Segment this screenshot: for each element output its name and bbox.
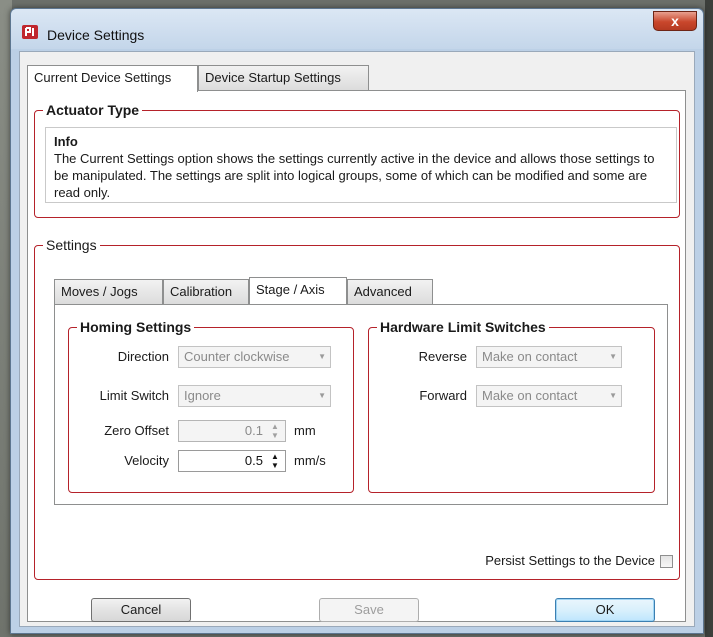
- homing-settings-group: Homing Settings Direction Counter clockw…: [68, 318, 354, 493]
- zero-offset-spinner[interactable]: 0.1 ▲ ▼: [178, 420, 286, 442]
- persist-settings-label: Persist Settings to the Device: [485, 553, 655, 568]
- stage-axis-panel: Homing Settings Direction Counter clockw…: [54, 304, 668, 505]
- chevron-down-icon: ▼: [318, 352, 326, 361]
- zero-offset-unit: mm: [294, 423, 316, 438]
- info-body: The Current Settings option shows the se…: [54, 151, 655, 200]
- settings-group: Settings Moves / Jogs Calibration Stage …: [34, 236, 680, 580]
- window-title: Device Settings: [47, 27, 145, 43]
- hardware-limit-switches-title: Hardware Limit Switches: [377, 318, 549, 336]
- reverse-label: Reverse: [418, 349, 467, 364]
- info-box: Info The Current Settings option shows t…: [45, 127, 677, 203]
- ok-button[interactable]: OK: [555, 598, 655, 622]
- device-settings-window: Device Settings x Current Device Setting…: [10, 8, 704, 634]
- chevron-down-icon: ▼: [609, 352, 617, 361]
- tab-advanced[interactable]: Advanced: [347, 279, 433, 304]
- direction-label: Direction: [117, 349, 169, 364]
- limit-switch-label: Limit Switch: [99, 388, 169, 403]
- chevron-down-icon: ▼: [609, 391, 617, 400]
- limit-switch-dropdown[interactable]: Ignore ▼: [178, 385, 331, 407]
- tab-moves-jogs[interactable]: Moves / Jogs: [54, 279, 163, 304]
- zero-offset-label: Zero Offset: [104, 423, 169, 438]
- actuator-type-title: Actuator Type: [43, 101, 143, 119]
- info-title: Info: [54, 134, 78, 149]
- forward-value: Make on contact: [482, 388, 578, 403]
- tab-stage-axis[interactable]: Stage / Axis: [249, 277, 347, 304]
- reverse-dropdown[interactable]: Make on contact ▼: [476, 346, 622, 368]
- reverse-value: Make on contact: [482, 349, 578, 364]
- tab-current-device-settings[interactable]: Current Device Settings: [27, 65, 198, 92]
- device-app-icon: [22, 25, 38, 39]
- settings-title: Settings: [43, 236, 100, 254]
- chevron-down-icon: ▼: [318, 391, 326, 400]
- tab-calibration[interactable]: Calibration: [163, 279, 249, 304]
- velocity-label: Velocity: [124, 453, 169, 468]
- actuator-type-group: Actuator Type Info The Current Settings …: [34, 101, 680, 218]
- limit-switch-value: Ignore: [184, 388, 221, 403]
- velocity-unit: mm/s: [294, 453, 326, 468]
- save-button[interactable]: Save: [319, 598, 419, 622]
- forward-label: Forward: [419, 388, 467, 403]
- cancel-button[interactable]: Cancel: [91, 598, 191, 622]
- zero-offset-value: 0.1: [244, 423, 263, 438]
- forward-dropdown[interactable]: Make on contact ▼: [476, 385, 622, 407]
- dialog-client-area: Current Device Settings Device Startup S…: [19, 51, 695, 627]
- current-settings-panel: Actuator Type Info The Current Settings …: [27, 90, 686, 622]
- homing-settings-title: Homing Settings: [77, 318, 195, 336]
- hardware-limit-switches-group: Hardware Limit Switches Reverse Make on …: [368, 318, 655, 493]
- close-button[interactable]: x: [653, 11, 697, 31]
- persist-settings-checkbox[interactable]: [660, 555, 673, 568]
- direction-dropdown[interactable]: Counter clockwise ▼: [178, 346, 331, 368]
- spin-updown-icon[interactable]: ▲ ▼: [270, 452, 280, 470]
- title-bar[interactable]: Device Settings x: [11, 9, 703, 49]
- velocity-value: 0.5: [244, 453, 263, 468]
- desktop-backdrop-right: [705, 0, 713, 637]
- direction-value: Counter clockwise: [184, 349, 290, 364]
- spin-updown-icon[interactable]: ▲ ▼: [270, 422, 280, 440]
- tab-device-startup-settings[interactable]: Device Startup Settings: [198, 65, 369, 90]
- velocity-spinner[interactable]: 0.5 ▲ ▼: [178, 450, 286, 472]
